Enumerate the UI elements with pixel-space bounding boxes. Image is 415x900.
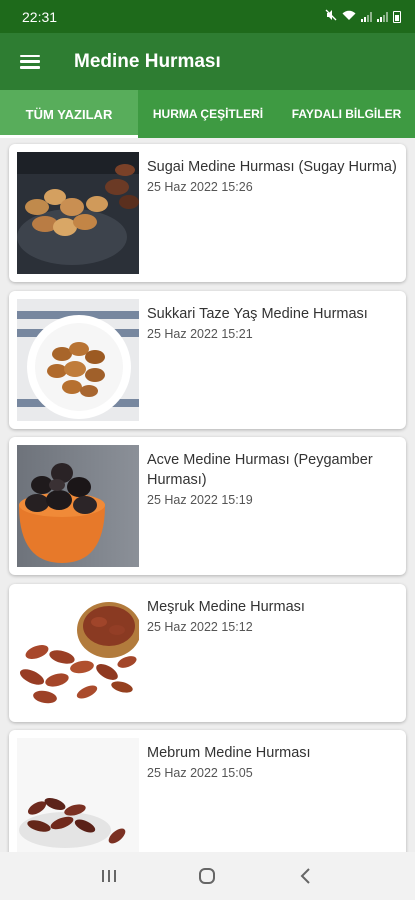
post-image — [17, 299, 139, 421]
system-nav-bar — [0, 852, 415, 900]
status-time: 22:31 — [22, 8, 58, 25]
wifi-icon — [342, 9, 356, 24]
post-title: Mebrum Medine Hurması — [147, 745, 311, 761]
post-list[interactable]: Sugai Medine Hurması (Sugay Hurma) 25 Ha… — [0, 138, 415, 852]
post-date: 25 Haz 2022 15:19 — [147, 493, 253, 507]
tab-all-posts[interactable]: TÜM YAZILAR — [0, 90, 138, 138]
signal-icon — [377, 11, 388, 22]
status-icons — [325, 9, 401, 24]
tab-bar: TÜM YAZILAR HURMA ÇEŞİTLERİ FAYDALI BİLG… — [0, 90, 415, 138]
post-date: 25 Haz 2022 15:12 — [147, 620, 253, 634]
signal-icon — [361, 11, 372, 22]
post-image — [17, 445, 139, 567]
hamburger-menu-icon[interactable] — [2, 33, 58, 90]
app-title: Medine Hurması — [74, 50, 221, 72]
post-title: Meşruk Medine Hurması — [147, 599, 305, 615]
post-title: Acve Medine Hurması (Peygamber Hurması) — [147, 452, 373, 488]
status-bar: 22:31 — [0, 0, 415, 33]
post-card[interactable]: Sugai Medine Hurması (Sugay Hurma) 25 Ha… — [9, 144, 406, 282]
recent-apps-icon[interactable] — [89, 856, 129, 896]
battery-icon — [393, 10, 401, 23]
tab-useful-info[interactable]: FAYDALI BİLGİLER — [278, 90, 415, 138]
post-card[interactable]: Sukkari Taze Yaş Medine Hurması 25 Haz 2… — [9, 291, 406, 429]
back-icon[interactable] — [286, 856, 326, 896]
post-card[interactable]: Mebrum Medine Hurması 25 Haz 2022 15:05 — [9, 730, 406, 852]
post-title: Sugai Medine Hurması (Sugay Hurma) — [147, 159, 397, 175]
post-image — [17, 152, 139, 274]
app-bar: Medine Hurması — [0, 33, 415, 90]
post-image — [17, 592, 139, 714]
post-card[interactable]: Acve Medine Hurması (Peygamber Hurması) … — [9, 437, 406, 575]
tab-date-varieties[interactable]: HURMA ÇEŞİTLERİ — [138, 90, 278, 138]
post-date: 25 Haz 2022 15:26 — [147, 180, 253, 194]
post-image — [17, 738, 139, 852]
post-date: 25 Haz 2022 15:21 — [147, 327, 253, 341]
home-icon[interactable] — [187, 856, 227, 896]
post-title: Sukkari Taze Yaş Medine Hurması — [147, 306, 368, 322]
post-date: 25 Haz 2022 15:05 — [147, 766, 253, 780]
mute-icon — [325, 9, 337, 24]
post-card[interactable]: Meşruk Medine Hurması 25 Haz 2022 15:12 — [9, 584, 406, 722]
